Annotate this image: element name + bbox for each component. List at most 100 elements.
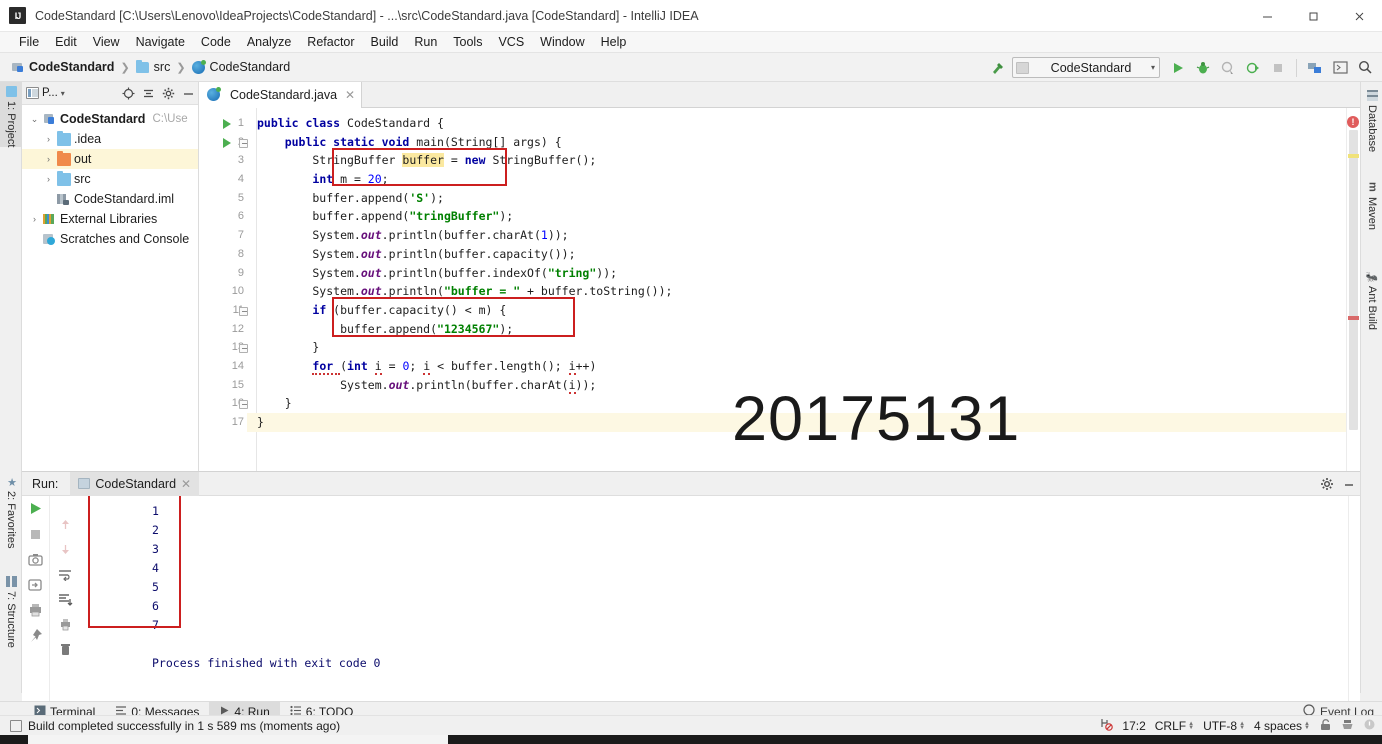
sidebar-item-structure[interactable]: 7: Structure (0, 572, 22, 648)
chevron-right-icon[interactable]: › (28, 214, 41, 224)
indent-setting[interactable]: 4 spaces ▲ ▼ (1254, 719, 1310, 733)
rerun-icon[interactable] (28, 501, 43, 519)
inspector-icon[interactable] (1341, 718, 1354, 734)
stop-icon[interactable] (28, 527, 43, 545)
caret-position[interactable]: 17:2 (1122, 719, 1145, 733)
output-exit-message: Process finished with exit code 0 (152, 656, 381, 670)
line-number: 4 (237, 173, 244, 186)
git-branch-off-icon[interactable] (1099, 717, 1114, 734)
sidebar-item-label: Database (1366, 105, 1378, 153)
line-number: 6 (237, 210, 244, 223)
settings-gear-icon[interactable] (1316, 473, 1338, 495)
project-structure-icon[interactable] (1304, 57, 1326, 79)
print-icon[interactable] (28, 603, 43, 620)
hide-icon[interactable] (178, 83, 198, 103)
tree-item-src[interactable]: › src (22, 169, 198, 189)
warning-marker[interactable] (1348, 154, 1359, 158)
error-marker[interactable] (1348, 316, 1359, 320)
menu-analyze[interactable]: Analyze (239, 32, 299, 53)
breadcrumb-item-src[interactable]: src (135, 59, 170, 74)
run-tab-codestandard[interactable]: CodeStandard ✕ (70, 471, 200, 496)
collapse-all-icon[interactable] (138, 83, 158, 103)
menu-file[interactable]: File (11, 32, 47, 53)
menu-window[interactable]: Window (532, 32, 592, 53)
code-line-2: public static void main(String[] args) { (284, 134, 562, 149)
gutter-line: 15 (199, 376, 247, 395)
file-encoding[interactable]: UTF-8 ▲ ▼ (1203, 719, 1245, 733)
menu-code[interactable]: Code (193, 32, 239, 53)
line-number: 12 (231, 322, 244, 335)
chevron-right-icon[interactable]: › (42, 134, 55, 144)
stop-icon[interactable] (1267, 57, 1289, 79)
gutter-line: 13 (199, 338, 248, 357)
clear-all-icon[interactable] (59, 643, 72, 660)
menu-refactor[interactable]: Refactor (299, 32, 362, 53)
scrollbar-thumb[interactable] (1349, 130, 1358, 430)
code-line-8: System.out.println(buffer.capacity()); (257, 246, 576, 261)
export-icon[interactable] (28, 578, 43, 595)
minimize-button[interactable] (1244, 0, 1290, 32)
menu-help[interactable]: Help (593, 32, 635, 53)
hide-icon[interactable] (1338, 473, 1360, 495)
menu-vcs[interactable]: VCS (490, 32, 532, 53)
lock-icon[interactable] (1319, 718, 1332, 734)
menu-edit[interactable]: Edit (47, 32, 85, 53)
close-icon[interactable]: ✕ (181, 477, 191, 491)
sidebar-item-favorites[interactable]: ★ 2: Favorites (0, 472, 22, 548)
chevron-right-icon[interactable]: › (42, 154, 55, 164)
line-number: 8 (237, 247, 244, 260)
capture-dump-icon[interactable] (28, 553, 43, 570)
tree-item-scratches[interactable]: Scratches and Console (22, 229, 198, 249)
run-output-console[interactable]: 1 2 3 4 5 6 7 Process finished with exit… (80, 496, 1348, 701)
menu-run[interactable]: Run (406, 32, 445, 53)
sidebar-item-ant-build[interactable]: 🐜 Ant Build (1361, 267, 1382, 330)
sidebar-item-database[interactable]: Database (1361, 86, 1382, 152)
chevron-down-icon[interactable]: ⌄ (28, 114, 41, 125)
tree-item-idea[interactable]: › .idea (22, 129, 198, 149)
print-output-icon[interactable] (58, 618, 73, 634)
line-separator[interactable]: CRLF ▲ ▼ (1155, 719, 1194, 733)
run-icon[interactable] (223, 137, 231, 148)
run-profiler-icon[interactable] (1242, 57, 1264, 79)
menu-build[interactable]: Build (363, 32, 407, 53)
sidebar-item-project[interactable]: 1: Project (0, 82, 22, 148)
settings-gear-icon[interactable] (158, 83, 178, 103)
tree-item-out[interactable]: › out (22, 149, 198, 169)
sidebar-item-maven[interactable]: m Maven (1361, 178, 1382, 230)
run-output-scrollbar[interactable] (1348, 496, 1360, 701)
star-icon: ★ (5, 476, 18, 489)
breadcrumb-item-class[interactable]: CodeStandard (191, 59, 290, 74)
menu-tools[interactable]: Tools (445, 32, 490, 53)
maximize-button[interactable] (1290, 0, 1336, 32)
search-everywhere-icon[interactable] (1354, 57, 1376, 79)
menu-navigate[interactable]: Navigate (128, 32, 193, 53)
code-line-11: if (buffer.capacity() < m) { (312, 302, 507, 317)
debug-icon[interactable] (1192, 57, 1214, 79)
tree-item-iml[interactable]: CodeStandard.iml (22, 189, 198, 209)
chevron-right-icon[interactable]: › (42, 174, 55, 184)
scroll-up-icon[interactable] (59, 518, 72, 534)
project-panel-title[interactable]: P... ▾ (26, 87, 65, 99)
build-hammer-icon[interactable] (987, 57, 1009, 79)
editor-tab-codestandard-java[interactable]: CodeStandard.java ✕ (199, 82, 363, 108)
tree-item-codestandard[interactable]: ⌄ CodeStandard C:\Use (22, 109, 198, 129)
run-config-icon (78, 478, 91, 489)
run-coverage-icon[interactable] (1217, 57, 1239, 79)
menu-view[interactable]: View (85, 32, 128, 53)
pin-icon[interactable] (28, 628, 43, 646)
notification-icon[interactable] (1363, 718, 1376, 734)
soft-wrap-icon[interactable] (58, 568, 73, 584)
run-configuration-selector[interactable]: CodeStandard ▾ (1012, 57, 1160, 78)
error-badge[interactable]: ! (1347, 116, 1359, 128)
breadcrumb-item-module[interactable]: CodeStandard (12, 60, 114, 74)
tree-item-external-libraries[interactable]: › External Libraries (22, 209, 198, 229)
scroll-to-end-icon[interactable] (58, 593, 73, 609)
close-button[interactable] (1336, 0, 1382, 32)
gutter-line: 16 (199, 394, 248, 413)
terminal-icon[interactable] (1329, 57, 1351, 79)
close-icon[interactable]: ✕ (345, 88, 355, 102)
run-icon[interactable] (1167, 57, 1189, 79)
scroll-down-icon[interactable] (59, 543, 72, 559)
run-icon[interactable] (223, 119, 231, 129)
locate-icon[interactable] (118, 83, 138, 103)
